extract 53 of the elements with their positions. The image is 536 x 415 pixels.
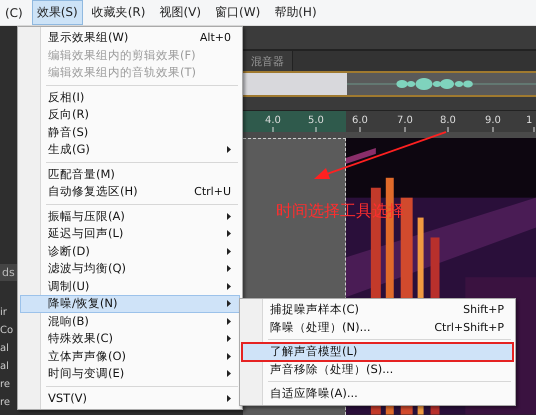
- file-list-item[interactable]: ir: [0, 305, 14, 321]
- menu-item[interactable]: 特殊效果(C): [20, 330, 240, 348]
- file-list-item[interactable]: al: [0, 341, 14, 357]
- file-list-item[interactable]: Co: [0, 323, 14, 339]
- menu-item[interactable]: 时间与变调(E): [20, 365, 240, 382]
- submenu-arrow-icon: [227, 146, 231, 154]
- menu-item[interactable]: 生成(G): [20, 141, 240, 158]
- menu-item[interactable]: 反向(R): [20, 106, 240, 124]
- menu-bar-item[interactable]: 窗口(W): [210, 0, 266, 25]
- menu-item[interactable]: 静音(S): [20, 124, 240, 141]
- menu-item[interactable]: 诊断(D): [20, 242, 240, 260]
- menu-item[interactable]: 振幅与压限(A): [20, 208, 240, 225]
- submenu-arrow-icon: [227, 230, 231, 238]
- menu-bar-item[interactable]: (C): [0, 2, 28, 24]
- submenu-arrow-icon: [227, 248, 231, 255]
- menu-item[interactable]: 匹配音量(M): [20, 166, 240, 183]
- menu-bar-item[interactable]: 收藏夹(R): [86, 0, 150, 25]
- submenu-arrow-icon: [227, 282, 231, 290]
- file-list-item[interactable]: al: [0, 359, 14, 375]
- menu-bar-item[interactable]: 视图(V): [154, 0, 206, 25]
- submenu-arrow-icon: [227, 265, 231, 272]
- file-list-item[interactable]: re: [0, 395, 14, 411]
- submenu-arrow-icon: [227, 335, 231, 342]
- ruler-label: 5.0: [308, 115, 324, 126]
- ruler-label: 9.0: [485, 115, 501, 126]
- menu-item[interactable]: 了解声音模型(L): [242, 343, 513, 360]
- menu-item[interactable]: 自适应降噪(A)...: [242, 385, 513, 402]
- menu-item[interactable]: 混响(B): [20, 312, 240, 330]
- menu-item[interactable]: 声音移除（处理）(S)...: [242, 360, 513, 378]
- menu-bar-item[interactable]: 效果(S): [32, 0, 83, 25]
- menu-item[interactable]: 延迟与回声(L): [20, 225, 240, 242]
- submenu-arrow-icon: [227, 318, 231, 325]
- ruler-label: 6.0: [352, 115, 368, 126]
- file-list-item[interactable]: re: [0, 377, 14, 393]
- ruler-label: 7.0: [397, 115, 413, 126]
- ruler-label: 4.0: [265, 115, 281, 126]
- panel-tab[interactable]: 混音器: [243, 51, 293, 72]
- submenu-arrow-icon: [227, 352, 231, 360]
- submenu-arrow-icon: [227, 300, 231, 308]
- menu-item[interactable]: 立体声声像(O): [20, 348, 240, 365]
- menu-item[interactable]: 反相(I): [20, 88, 240, 106]
- ruler-label: 1: [526, 115, 532, 126]
- menu-item[interactable]: VST(V): [20, 390, 240, 407]
- submenu-arrow-icon: [227, 370, 231, 378]
- menu-item[interactable]: 降噪/恢复(N): [20, 295, 240, 312]
- menu-item[interactable]: 捕捉噪声样本(C) Shift+P: [242, 301, 513, 318]
- menu-item[interactable]: 降噪（处理）(N)... Ctrl+Shift+P: [242, 318, 513, 336]
- submenu-arrow-icon: [227, 394, 231, 402]
- ruler-label: 8.0: [440, 115, 456, 126]
- menu-item[interactable]: 自动修复选区(H) Ctrl+U: [20, 183, 240, 200]
- submenu-arrow-icon: [227, 212, 231, 220]
- menu-item[interactable]: 显示效果组(W) Alt+0: [20, 29, 240, 46]
- menu-bar-item[interactable]: 帮助(H): [269, 0, 322, 25]
